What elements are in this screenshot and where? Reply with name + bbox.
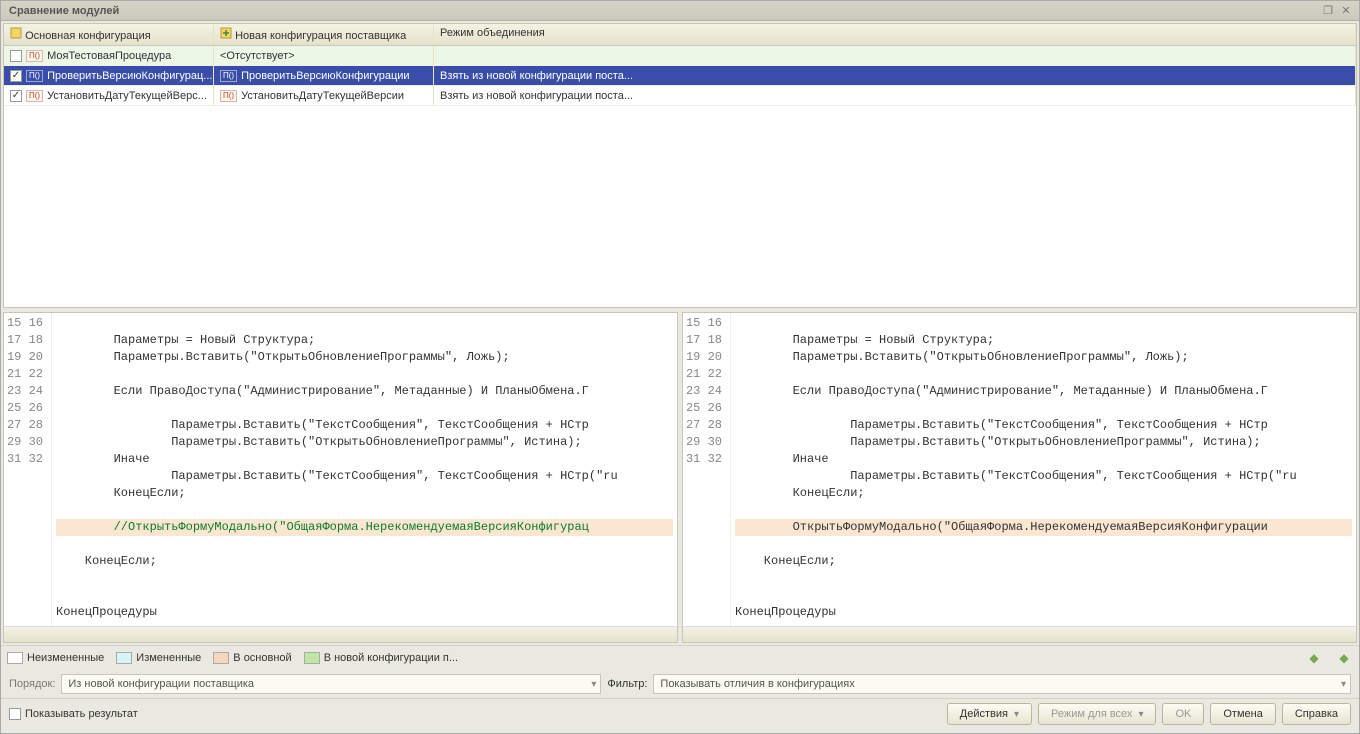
prev-diff-button[interactable]: ◆: [1305, 649, 1323, 667]
bottom-button-row: Показывать результат Действия Режим для …: [1, 698, 1359, 729]
col-new-config[interactable]: Новая конфигурация поставщика: [214, 24, 434, 45]
table-row[interactable]: ✓ П() УстановитьДатуТекущейВерс... П() Устан…: [4, 86, 1356, 106]
merge-mode: Взять из новой конфигурации поста...: [440, 90, 633, 102]
right-hscroll[interactable]: [683, 626, 1356, 642]
left-hscroll[interactable]: [4, 626, 677, 642]
window-controls: ❐ ✕: [1321, 4, 1353, 18]
col-merge-mode[interactable]: Режим объединения: [434, 24, 1356, 45]
help-button[interactable]: Справка: [1282, 703, 1351, 725]
procedure-icon: П(): [220, 90, 237, 102]
cancel-button[interactable]: Отмена: [1210, 703, 1275, 725]
show-result-row: Показывать результат: [9, 708, 138, 720]
col-c-label: Режим объединения: [440, 27, 545, 39]
ok-button[interactable]: OK: [1162, 703, 1204, 725]
filter-dropdown[interactable]: Показывать отличия в конфигурациях: [653, 674, 1351, 694]
filter-label: Фильтр:: [607, 678, 647, 690]
grid-header: Основная конфигурация Новая конфигурация…: [4, 24, 1356, 46]
legend-changed: Измененные: [116, 652, 201, 664]
proc-name-a: МояТестоваяПроцедура: [47, 50, 171, 62]
config-icon: [10, 27, 22, 39]
procedure-icon: П(): [26, 70, 43, 82]
diff-area: 15 16 17 18 19 20 21 22 23 24 25 26 27 2…: [1, 310, 1359, 645]
actions-button[interactable]: Действия: [947, 703, 1032, 725]
close-icon[interactable]: ✕: [1339, 4, 1353, 18]
mode-for-all-button[interactable]: Режим для всех: [1038, 703, 1156, 725]
order-filter-row: Порядок: Из новой конфигурации поставщик…: [1, 670, 1359, 698]
left-code-pane[interactable]: 15 16 17 18 19 20 21 22 23 24 25 26 27 2…: [3, 312, 678, 643]
col-b-label: Новая конфигурация поставщика: [235, 30, 406, 42]
procedure-icon: П(): [26, 90, 43, 102]
module-compare-window: Сравнение модулей ❐ ✕ Основная конфигура…: [0, 0, 1360, 734]
show-result-label: Показывать результат: [25, 708, 138, 720]
proc-name-a: УстановитьДатуТекущейВерс...: [47, 90, 207, 102]
maximize-icon[interactable]: ❐: [1321, 4, 1335, 18]
row-checkbox[interactable]: ✓: [10, 70, 22, 82]
merge-mode: Взять из новой конфигурации поста...: [440, 70, 633, 82]
row-checkbox[interactable]: [10, 50, 22, 62]
proc-name-b: УстановитьДатуТекущейВерсии: [241, 90, 404, 102]
row-checkbox[interactable]: ✓: [10, 90, 22, 102]
proc-name-b: <Отсутствует>: [220, 50, 295, 62]
order-label: Порядок:: [9, 678, 55, 690]
grid-body[interactable]: П() МояТестоваяПроцедура <Отсутствует> ✓ П()…: [4, 46, 1356, 307]
window-title: Сравнение модулей: [9, 5, 119, 17]
procedure-icon: П(): [26, 50, 43, 62]
proc-name-a: ПроверитьВерсиюКонфигурац...: [47, 70, 212, 82]
procedures-grid: Основная конфигурация Новая конфигурация…: [3, 23, 1357, 308]
config-new-icon: [220, 27, 232, 39]
right-gutter: 15 16 17 18 19 20 21 22 23 24 25 26 27 2…: [683, 313, 731, 626]
col-main-config[interactable]: Основная конфигурация: [4, 24, 214, 45]
order-dropdown[interactable]: Из новой конфигурации поставщика: [61, 674, 601, 694]
show-result-checkbox[interactable]: [9, 708, 21, 720]
titlebar: Сравнение модулей ❐ ✕: [1, 1, 1359, 21]
procedure-icon: П(): [220, 70, 237, 82]
next-diff-button[interactable]: ◆: [1335, 649, 1353, 667]
legend-bar: Неизмененные Измененные В основной В нов…: [1, 645, 1359, 670]
right-code[interactable]: Параметры = Новый Структура; Параметры.В…: [731, 313, 1356, 626]
col-a-label: Основная конфигурация: [25, 30, 151, 42]
legend-in-new: В новой конфигурации п...: [304, 652, 458, 664]
left-code[interactable]: Параметры = Новый Структура; Параметры.В…: [52, 313, 677, 626]
proc-name-b: ПроверитьВерсиюКонфигурации: [241, 70, 410, 82]
right-code-pane[interactable]: 15 16 17 18 19 20 21 22 23 24 25 26 27 2…: [682, 312, 1357, 643]
table-row[interactable]: П() МояТестоваяПроцедура <Отсутствует>: [4, 46, 1356, 66]
legend-in-main: В основной: [213, 652, 291, 664]
table-row[interactable]: ✓ П() ПроверитьВерсиюКонфигурац... П() Прове…: [4, 66, 1356, 86]
legend-unchanged: Неизмененные: [7, 652, 104, 664]
left-gutter: 15 16 17 18 19 20 21 22 23 24 25 26 27 2…: [4, 313, 52, 626]
